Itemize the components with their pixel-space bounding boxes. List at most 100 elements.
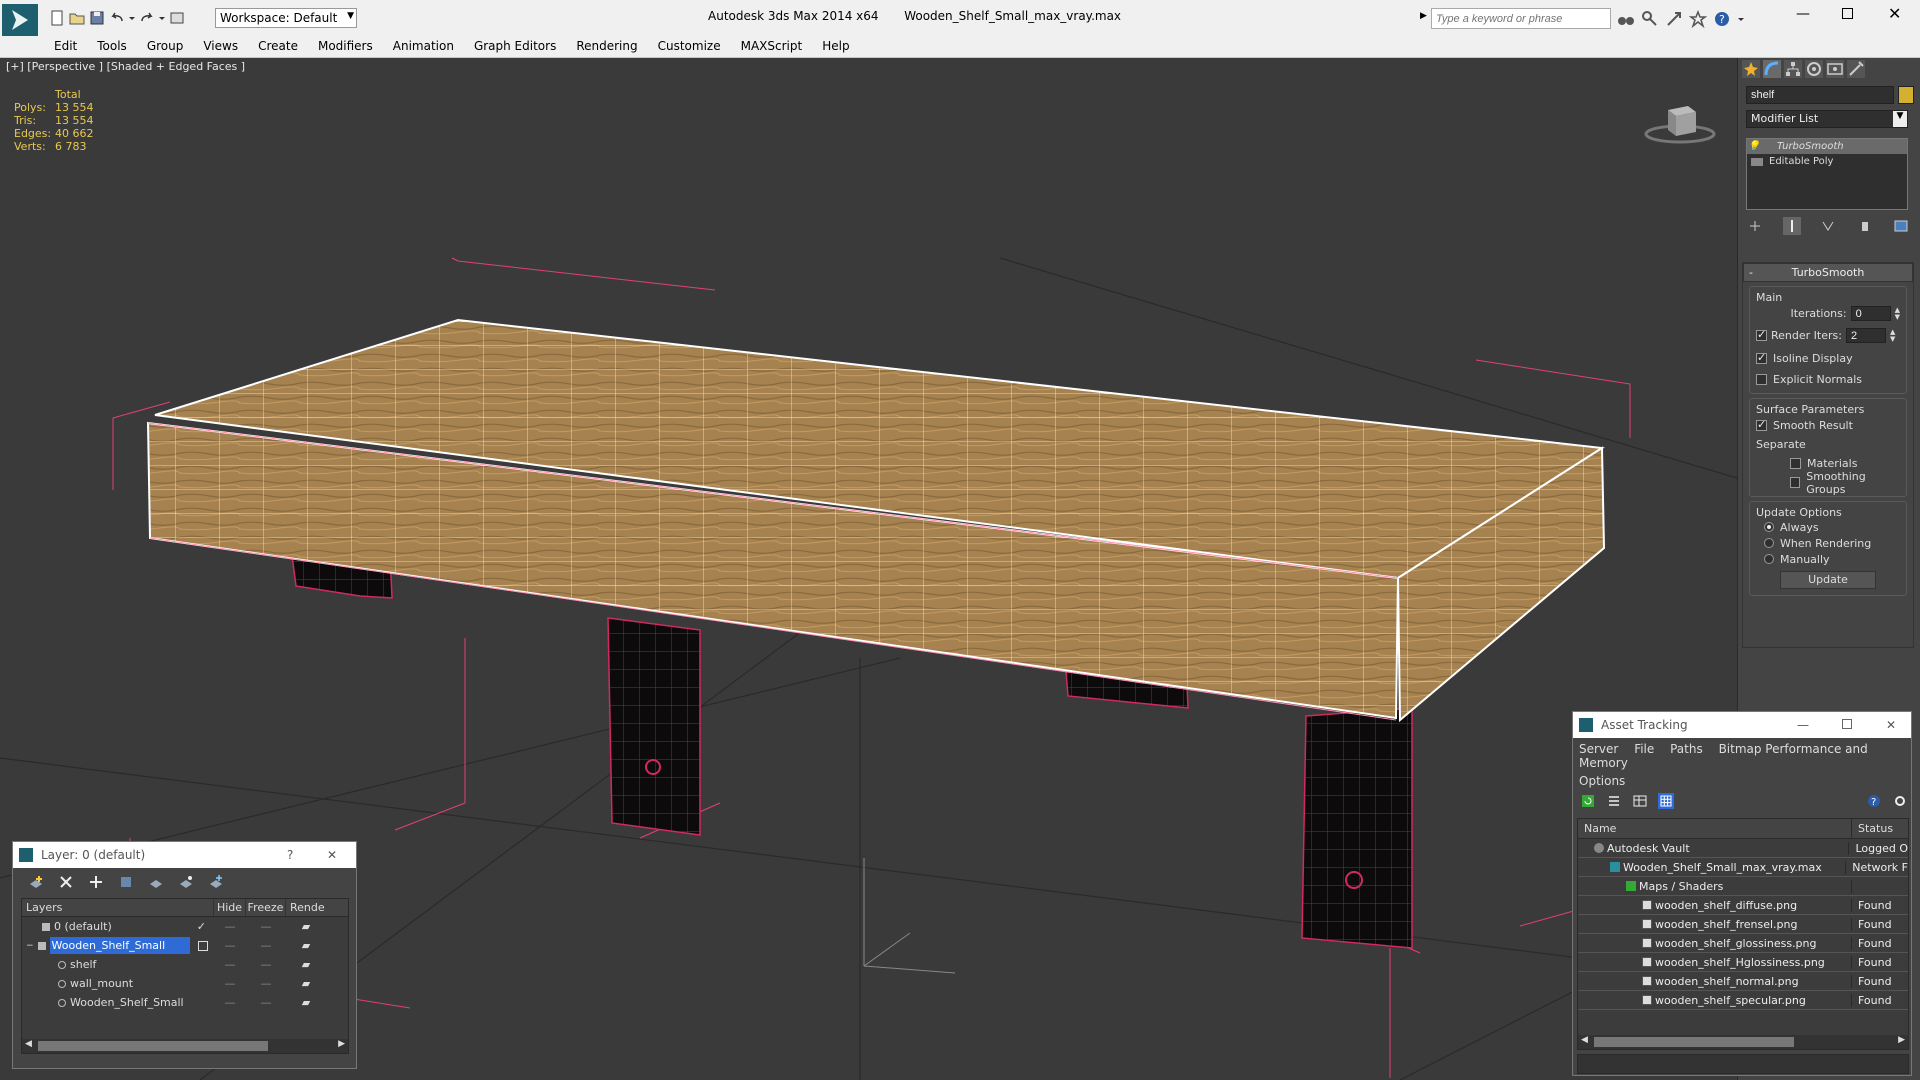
asset-row[interactable]: Wooden_Shelf_Small_max_vray.max Network F (1578, 858, 1908, 877)
show-end-result-icon[interactable] (1782, 217, 1801, 235)
redo-icon[interactable] (138, 9, 156, 27)
minimize-button[interactable]: — (1797, 718, 1809, 732)
close-button[interactable]: ✕ (1888, 4, 1901, 23)
column-name[interactable]: Name (1578, 819, 1852, 838)
viewcube-icon[interactable] (1640, 88, 1720, 148)
scroll-thumb[interactable] (38, 1041, 268, 1051)
scroll-right-icon[interactable]: ▶ (1898, 1035, 1905, 1045)
render-iters-checkbox[interactable] (1756, 328, 1767, 341)
spinner-arrows-icon[interactable]: ▲ ▼ (1895, 306, 1900, 321)
menu-paths[interactable]: Paths (1670, 742, 1703, 756)
iterations-spinner[interactable] (1850, 306, 1891, 321)
render-teapot-icon[interactable]: ▰ (286, 939, 326, 952)
star-icon[interactable] (1688, 9, 1708, 29)
select-objects-icon[interactable] (118, 874, 134, 890)
configure-sets-icon[interactable] (1892, 217, 1910, 235)
add-selected-to-layer-icon[interactable] (198, 940, 208, 951)
exchange-icon[interactable] (1665, 10, 1683, 28)
layer-row-wooden-shelf-small[interactable]: − Wooden_Shelf_Small — — ▰ (22, 936, 348, 955)
open-file-icon[interactable] (68, 9, 86, 27)
render-teapot-icon[interactable]: ▰ (286, 920, 326, 933)
hide-toggle[interactable]: — (214, 977, 246, 990)
smooth-result-checkbox[interactable] (1756, 418, 1767, 431)
asset-row[interactable]: wooden_shelf_normal.png Found (1578, 972, 1908, 991)
menu-group[interactable]: Group (137, 36, 194, 56)
viewport-label[interactable]: [+] [Perspective ] [Shaded + Edged Faces… (6, 60, 245, 73)
smoothing-groups-checkbox[interactable] (1790, 477, 1801, 488)
hide-toggle[interactable]: — (214, 958, 246, 971)
help-dropdown-icon[interactable] (1737, 10, 1745, 28)
layer-dialog-titlebar[interactable]: Layer: 0 (default) ? ✕ (13, 842, 356, 868)
close-button[interactable]: ✕ (1886, 718, 1896, 732)
stack-item-editable-poly[interactable]: Editable Poly (1747, 154, 1907, 169)
pin-stack-icon[interactable] (1746, 217, 1764, 235)
menu-modifiers[interactable]: Modifiers (308, 36, 383, 56)
key-icon[interactable] (1641, 10, 1659, 28)
freeze-toggle[interactable]: — (246, 920, 286, 933)
asset-path-field[interactable] (1577, 1054, 1909, 1074)
grid-view-icon[interactable] (1658, 793, 1674, 809)
add-to-layer-icon[interactable] (88, 874, 104, 890)
save-icon[interactable] (88, 9, 106, 27)
hide-toggle[interactable]: — (214, 920, 246, 933)
motion-tab-icon[interactable] (1805, 60, 1823, 78)
layer-dialog-close-button[interactable]: ✕ (327, 848, 337, 862)
manually-radio[interactable] (1764, 554, 1774, 564)
project-folder-icon[interactable] (168, 9, 186, 27)
workspace-dropdown[interactable]: Workspace: Default ▼ (215, 8, 357, 28)
freeze-toggle[interactable]: — (246, 939, 286, 952)
app-logo-icon[interactable] (2, 4, 38, 36)
lightbulb-icon[interactable]: 💡 (1747, 141, 1761, 152)
maximize-button[interactable] (1842, 719, 1852, 729)
asset-row[interactable]: Maps / Shaders (1578, 877, 1908, 896)
utilities-tab-icon[interactable] (1847, 60, 1865, 78)
menu-bitmap-performance[interactable]: Bitmap Performance and Memory (1579, 742, 1868, 770)
hide-toggle[interactable]: — (214, 996, 246, 1009)
scroll-right-icon[interactable]: ▶ (338, 1039, 345, 1049)
asset-tracking-titlebar[interactable]: Asset Tracking — ✕ (1573, 712, 1911, 738)
freeze-toggle[interactable]: — (246, 977, 286, 990)
menu-edit[interactable]: Edit (44, 36, 87, 56)
column-hide[interactable]: Hide (214, 899, 246, 916)
expand-icon[interactable] (1751, 157, 1763, 166)
refresh-icon[interactable] (1580, 793, 1596, 809)
turbosmooth-rollout-header[interactable]: - TurboSmooth (1743, 263, 1913, 282)
display-tab-icon[interactable] (1826, 60, 1844, 78)
table-view-icon[interactable] (1632, 793, 1648, 809)
asset-hscrollbar[interactable]: ◀ ▶ (1578, 1035, 1908, 1049)
freeze-toggle[interactable]: — (246, 958, 286, 971)
menu-graph-editors[interactable]: Graph Editors (464, 36, 566, 56)
asset-row[interactable]: wooden_shelf_glossiness.png Found (1578, 934, 1908, 953)
menu-tools[interactable]: Tools (87, 36, 137, 56)
active-layer-check-icon[interactable]: ✓ (197, 920, 206, 933)
layer-row-default[interactable]: 0 (default) ✓ — — ▰ (22, 917, 348, 936)
asset-row[interactable]: wooden_shelf_frensel.png Found (1578, 915, 1908, 934)
binoculars-icon[interactable] (1617, 10, 1635, 28)
hide-toggle[interactable]: — (214, 939, 246, 952)
render-teapot-icon[interactable]: ▰ (286, 996, 326, 1009)
materials-checkbox[interactable] (1790, 458, 1801, 469)
layer-row-wooden-shelf-small-object[interactable]: Wooden_Shelf_Small — — ▰ (22, 993, 348, 1012)
spinner-arrows-icon[interactable]: ▲ ▼ (1890, 328, 1895, 343)
menu-create[interactable]: Create (248, 36, 308, 56)
stack-item-turbosmooth[interactable]: 💡 TurboSmooth (1747, 139, 1907, 154)
render-teapot-icon[interactable]: ▰ (286, 977, 326, 990)
make-unique-icon[interactable] (1819, 217, 1837, 235)
settings-icon[interactable] (1892, 793, 1908, 809)
column-freeze[interactable]: Freeze (246, 899, 286, 916)
menu-file[interactable]: File (1634, 742, 1654, 756)
explicit-normals-checkbox[interactable] (1756, 374, 1767, 385)
redo-dropdown-icon[interactable] (158, 9, 166, 27)
highlight-layer-icon[interactable] (148, 874, 164, 890)
render-iters-spinner[interactable] (1845, 328, 1886, 343)
help-icon[interactable]: ? (1866, 793, 1882, 809)
asset-row[interactable]: wooden_shelf_Hglossiness.png Found (1578, 953, 1908, 972)
maximize-button[interactable] (1842, 8, 1853, 19)
undo-dropdown-icon[interactable] (128, 9, 136, 27)
menu-views[interactable]: Views (193, 36, 248, 56)
remove-modifier-icon[interactable] (1856, 217, 1874, 235)
scroll-left-icon[interactable]: ◀ (1581, 1035, 1588, 1045)
render-teapot-icon[interactable]: ▰ (286, 958, 326, 971)
undo-icon[interactable] (108, 9, 126, 27)
scroll-left-icon[interactable]: ◀ (25, 1039, 32, 1049)
